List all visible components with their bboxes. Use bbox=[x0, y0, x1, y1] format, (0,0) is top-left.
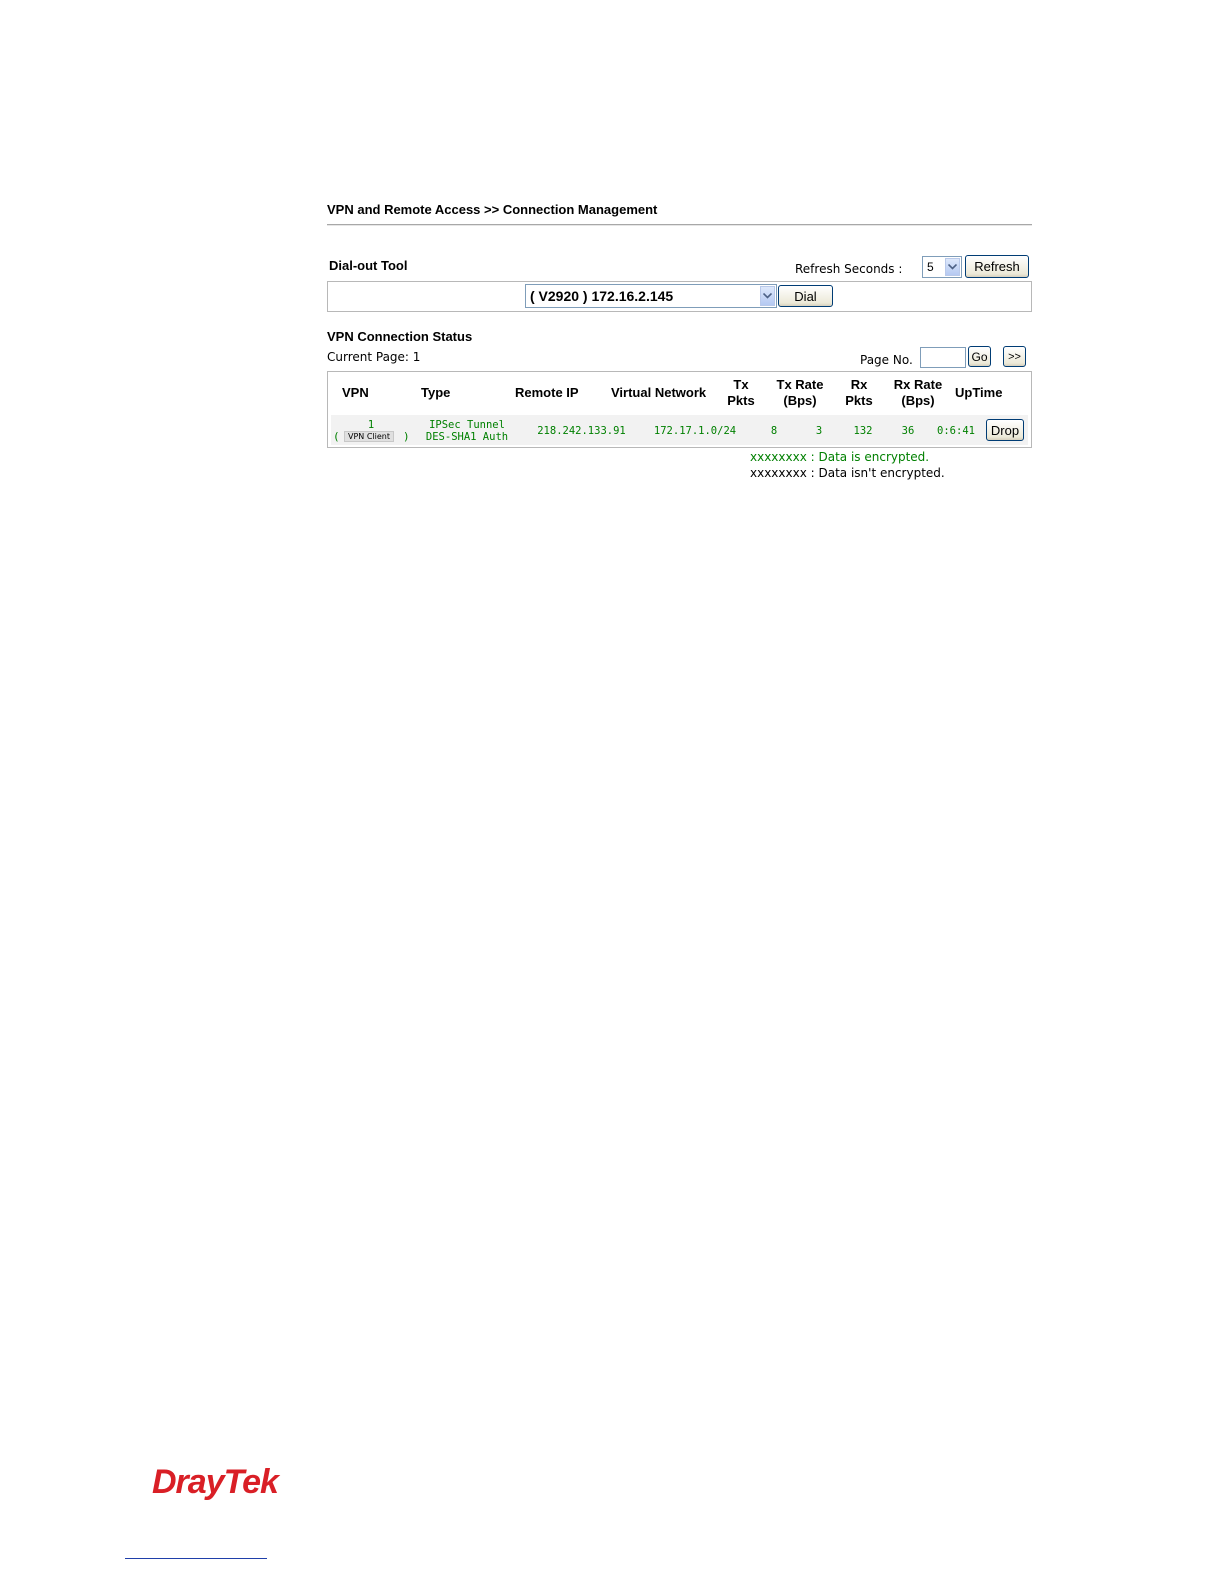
refresh-button[interactable]: Refresh bbox=[965, 255, 1029, 278]
header-tx-pkts: Tx Pkts bbox=[726, 377, 756, 409]
header-rx-rate: Rx Rate (Bps) bbox=[890, 377, 946, 409]
vpn-index: 1 bbox=[367, 419, 375, 431]
vpn-profile-select[interactable]: ( V2920 ) 172.16.2.145 bbox=[525, 284, 777, 308]
header-rx-pkts: Rx Pkts bbox=[844, 377, 874, 409]
dialout-tool-label: Dial-out Tool bbox=[329, 258, 408, 273]
header-tx-rate-line2: (Bps) bbox=[783, 393, 817, 408]
vpn-client-badge: VPN Client bbox=[344, 431, 394, 442]
header-remote-ip: Remote IP bbox=[515, 385, 579, 400]
connection-status-label: VPN Connection Status bbox=[327, 329, 473, 344]
chevron-down-icon[interactable] bbox=[945, 258, 960, 276]
vpn-close-paren: ) bbox=[403, 430, 410, 443]
uptime-value: 0:6:41 bbox=[937, 425, 975, 437]
current-page-label: Current Page: 1 bbox=[327, 350, 421, 364]
vpn-open-paren: ( bbox=[333, 430, 340, 443]
legend-encrypted: xxxxxxxx : Data is encrypted. bbox=[750, 450, 930, 464]
go-button[interactable]: Go bbox=[968, 346, 991, 367]
legend-not-encrypted: xxxxxxxx : Data isn't encrypted. bbox=[750, 466, 945, 480]
tx-pkts-value: 8 bbox=[770, 425, 778, 437]
rx-pkts-value: 132 bbox=[853, 425, 873, 437]
drop-button[interactable]: Drop bbox=[986, 419, 1024, 441]
chevron-down-icon[interactable] bbox=[760, 286, 775, 306]
footer-divider bbox=[125, 1558, 267, 1559]
header-virtual-network: Virtual Network bbox=[611, 385, 707, 400]
header-rx-pkts-line1: Rx bbox=[850, 377, 868, 392]
header-rx-rate-line2: (Bps) bbox=[901, 393, 935, 408]
refresh-seconds-value: 5 bbox=[927, 260, 934, 274]
title-divider bbox=[327, 224, 1032, 226]
refresh-seconds-select[interactable]: 5 bbox=[922, 256, 962, 278]
header-rx-rate-line1: Rx Rate bbox=[893, 377, 943, 392]
page-no-label: Page No. bbox=[860, 353, 913, 367]
dial-button[interactable]: Dial bbox=[778, 285, 833, 307]
page-title-breadcrumb: VPN and Remote Access >> Connection Mana… bbox=[327, 202, 658, 217]
connection-type: IPSec Tunnel DES-SHA1 Auth bbox=[418, 419, 516, 443]
refresh-seconds-label: Refresh Seconds : bbox=[795, 262, 903, 276]
header-tx-pkts-line1: Tx bbox=[733, 377, 749, 392]
header-tx-pkts-line2: Pkts bbox=[727, 393, 755, 408]
page-no-input[interactable] bbox=[920, 347, 966, 368]
virtual-network-value: 172.17.1.0/24 bbox=[653, 425, 737, 437]
connection-type-line2: DES-SHA1 Auth bbox=[425, 431, 509, 443]
header-tx-rate: Tx Rate (Bps) bbox=[772, 377, 828, 409]
rx-rate-value: 36 bbox=[901, 425, 915, 437]
header-tx-rate-line1: Tx Rate bbox=[776, 377, 824, 392]
vpn-profile-value: ( V2920 ) 172.16.2.145 bbox=[530, 288, 674, 304]
connection-type-line1: IPSec Tunnel bbox=[429, 419, 505, 431]
next-page-button[interactable]: >> bbox=[1003, 346, 1026, 367]
header-type: Type bbox=[421, 385, 451, 400]
header-rx-pkts-line2: Pkts bbox=[845, 393, 873, 408]
draytek-logo: DrayTek bbox=[152, 1463, 279, 1501]
header-vpn: VPN bbox=[342, 385, 369, 400]
header-uptime: UpTime bbox=[955, 385, 1003, 400]
tx-rate-value: 3 bbox=[815, 425, 823, 437]
remote-ip-value: 218.242.133.91 bbox=[537, 425, 626, 437]
